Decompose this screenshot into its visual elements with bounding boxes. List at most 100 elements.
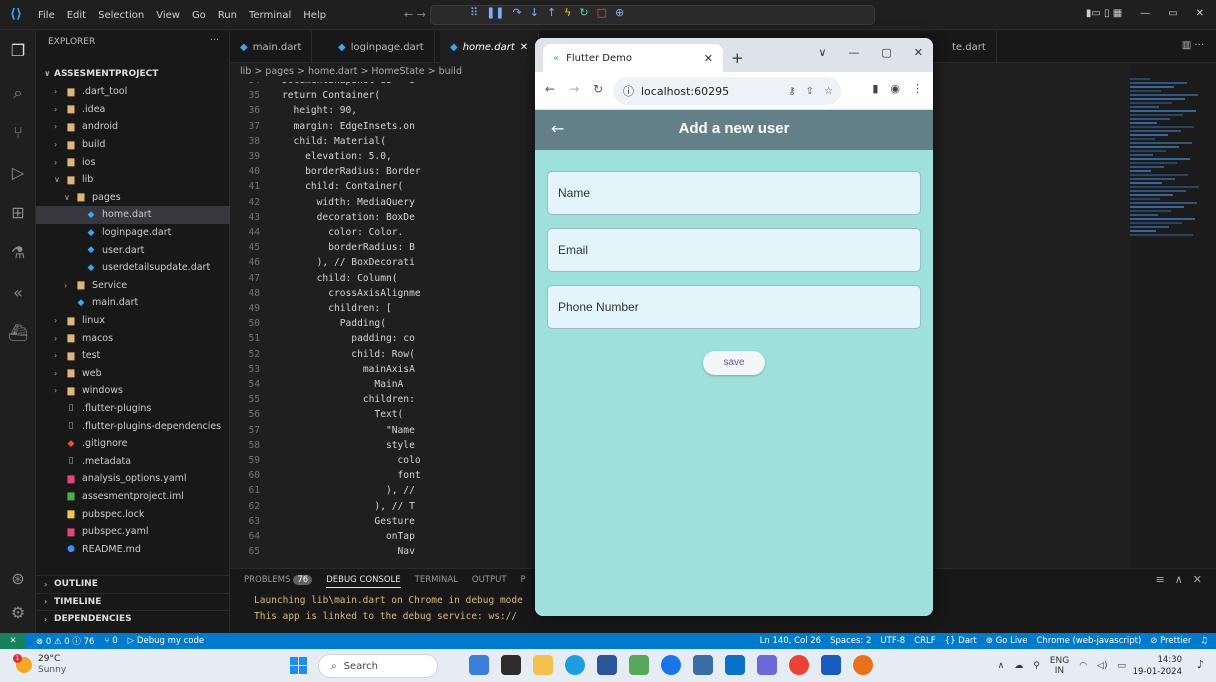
docker-icon[interactable]: ⛴ <box>6 321 30 345</box>
tree-folder[interactable]: › ▆ windows <box>36 382 230 400</box>
app-maps-icon[interactable] <box>661 655 681 675</box>
tree-file[interactable]: ▯ .flutter-plugins-dependencies <box>36 417 230 435</box>
tree-folder[interactable]: › ▆ Service <box>36 277 230 295</box>
bookmark-star-icon[interactable]: ☆ <box>824 86 833 97</box>
app-terminal-icon[interactable] <box>693 655 713 675</box>
tab-terminal[interactable]: TERMINAL <box>415 575 458 588</box>
restore-icon[interactable]: ▭ <box>1168 8 1177 19</box>
layout-icon[interactable]: ▮▭ ▯ ▦ <box>1086 8 1122 19</box>
testing-icon[interactable]: ⚗ <box>6 241 30 265</box>
account-icon[interactable]: ⊛ <box>6 567 30 591</box>
tree-file[interactable]: ◆ home.dart <box>36 206 230 224</box>
step-into-icon[interactable]: ↓ <box>530 6 539 19</box>
cloud-icon[interactable]: ☁ <box>1014 661 1023 671</box>
settings-gear-icon[interactable]: ⚙ <box>6 601 30 625</box>
tab-search-icon[interactable]: ∨ <box>818 46 826 59</box>
step-over-icon[interactable]: ↷ <box>513 6 522 19</box>
explorer-icon[interactable]: ❐ <box>6 39 30 63</box>
close-tab-icon[interactable]: ✕ <box>704 52 713 65</box>
app-edge-icon[interactable] <box>565 655 585 675</box>
problems-status[interactable]: ⊗ 0 ⚠ 0 ⓘ 76 <box>36 635 94 647</box>
sidebar-section[interactable]: › OUTLINE <box>36 575 230 593</box>
tree-file[interactable]: ▆ pubspec.yaml <box>36 523 230 541</box>
language-indicator[interactable]: ENG IN <box>1050 656 1069 676</box>
side-panel-icon[interactable]: ▮ <box>872 82 878 95</box>
tree-folder[interactable]: ∨ ▆ pages <box>36 189 230 207</box>
minimize-icon[interactable]: — <box>848 46 859 59</box>
cursor-position[interactable]: Ln 140, Col 26 <box>760 636 821 646</box>
tab-te-dart[interactable]: te.dart <box>942 31 997 63</box>
tree-folder[interactable]: › ▆ android <box>36 118 230 136</box>
maximize-panel-icon[interactable]: ∧ <box>1175 573 1183 586</box>
filter-icon[interactable]: ≡ <box>1156 573 1165 586</box>
profile-icon[interactable]: ◉ <box>890 82 900 95</box>
app-file-explorer-icon[interactable] <box>533 655 553 675</box>
run-debug-icon[interactable]: ▷ <box>6 161 30 185</box>
battery-icon[interactable]: ▭ <box>1117 661 1126 671</box>
tab-output[interactable]: OUTPUT <box>472 575 507 588</box>
tree-file[interactable]: ◆ userdetailsupdate.dart <box>36 259 230 277</box>
tree-file[interactable]: ▯ .metadata <box>36 452 230 470</box>
app-android-studio-icon[interactable] <box>629 655 649 675</box>
close-panel-icon[interactable]: ✕ <box>1193 573 1202 586</box>
source-control-icon[interactable]: ⑂ <box>6 121 30 145</box>
tree-file[interactable]: ▆ assesmentproject.iml <box>36 488 230 506</box>
tree-file[interactable]: ◆ main.dart <box>36 294 230 312</box>
stop-icon[interactable]: □ <box>597 6 607 19</box>
pause-icon[interactable]: ❚❚ <box>486 6 504 19</box>
tab-loginpage-dart[interactable]: ◆ loginpage.dart <box>328 31 435 63</box>
tab-problems[interactable]: PROBLEMS 76 <box>244 575 313 588</box>
sidebar-section[interactable]: › DEPENDENCIES <box>36 610 230 628</box>
sidebar-section[interactable]: › TIMELINE <box>36 592 230 611</box>
name-field[interactable]: Name <box>547 171 921 215</box>
tree-file[interactable]: ◆ .gitignore <box>36 435 230 453</box>
language-mode[interactable]: {} Dart <box>945 636 977 646</box>
tree-folder[interactable]: › ▆ ios <box>36 153 230 171</box>
tab-home-dart[interactable]: ◆ home.dart ✕ <box>440 31 540 63</box>
share-icon[interactable]: ⇪ <box>806 86 814 97</box>
step-out-icon[interactable]: ↑ <box>547 6 556 19</box>
code-editor[interactable]: 34 DocumentSnapshot ds = s 35 return Contai… <box>230 82 535 568</box>
project-root[interactable]: ∨ ASSESMENTPROJECT <box>36 65 230 83</box>
menu-item[interactable]: Go <box>192 10 206 21</box>
flutter-icon[interactable]: « <box>6 281 30 305</box>
tree-folder[interactable]: › ▆ linux <box>36 312 230 330</box>
usb-icon[interactable]: ⚲ <box>1033 661 1040 671</box>
notifications-icon[interactable]: ♫ <box>1200 636 1208 646</box>
split-editor-icon[interactable]: ▥ ··· <box>1182 40 1204 51</box>
tree-folder[interactable]: ∨ ▆ lib <box>36 171 230 189</box>
volume-icon[interactable]: ◁) <box>1097 661 1107 671</box>
back-icon[interactable]: ← <box>545 82 555 96</box>
app-chrome-canary-icon[interactable] <box>853 655 873 675</box>
key-icon[interactable]: ⚷ <box>788 86 795 97</box>
wifi-icon[interactable]: ◠ <box>1079 661 1087 671</box>
tree-folder[interactable]: › ▆ build <box>36 136 230 154</box>
close-icon[interactable]: ✕ <box>1196 8 1204 19</box>
notification-bell-icon[interactable]: ♪ <box>1197 658 1204 671</box>
minimize-icon[interactable]: — <box>1140 8 1150 19</box>
more-actions-icon[interactable]: ··· <box>210 35 219 46</box>
encoding[interactable]: UTF-8 <box>880 636 905 646</box>
menu-item[interactable]: View <box>156 10 180 21</box>
debug-status[interactable]: ▷ Debug my code <box>128 636 204 646</box>
tree-folder[interactable]: › ▆ test <box>36 347 230 365</box>
app-vscode-icon[interactable] <box>725 655 745 675</box>
tree-file[interactable]: ▯ .flutter-plugins <box>36 400 230 418</box>
info-icon[interactable]: ⓘ <box>623 83 634 99</box>
windows-start-icon[interactable] <box>290 657 307 674</box>
tree-file[interactable]: ● README.md <box>36 540 230 558</box>
chrome-tab[interactable]: « Flutter Demo ✕ <box>543 44 723 72</box>
app-store-icon[interactable] <box>597 655 617 675</box>
app-widgets-icon[interactable] <box>501 655 521 675</box>
maximize-icon[interactable]: ▢ <box>881 46 891 59</box>
tree-folder[interactable]: › ▆ .dart_tool <box>36 83 230 101</box>
menu-item[interactable]: File <box>38 10 55 21</box>
taskbar-search[interactable]: ⌕ Search <box>318 654 438 678</box>
tab-close-icon[interactable]: ✕ <box>520 42 528 53</box>
remote-icon[interactable]: ✕ <box>0 633 26 649</box>
devtools-icon[interactable]: ⊕ <box>615 6 624 19</box>
extensions-icon[interactable]: ⊞ <box>6 201 30 225</box>
menu-item[interactable]: Help <box>303 10 326 21</box>
tree-file[interactable]: ◆ user.dart <box>36 241 230 259</box>
kebab-menu-icon[interactable]: ⋮ <box>912 82 923 95</box>
